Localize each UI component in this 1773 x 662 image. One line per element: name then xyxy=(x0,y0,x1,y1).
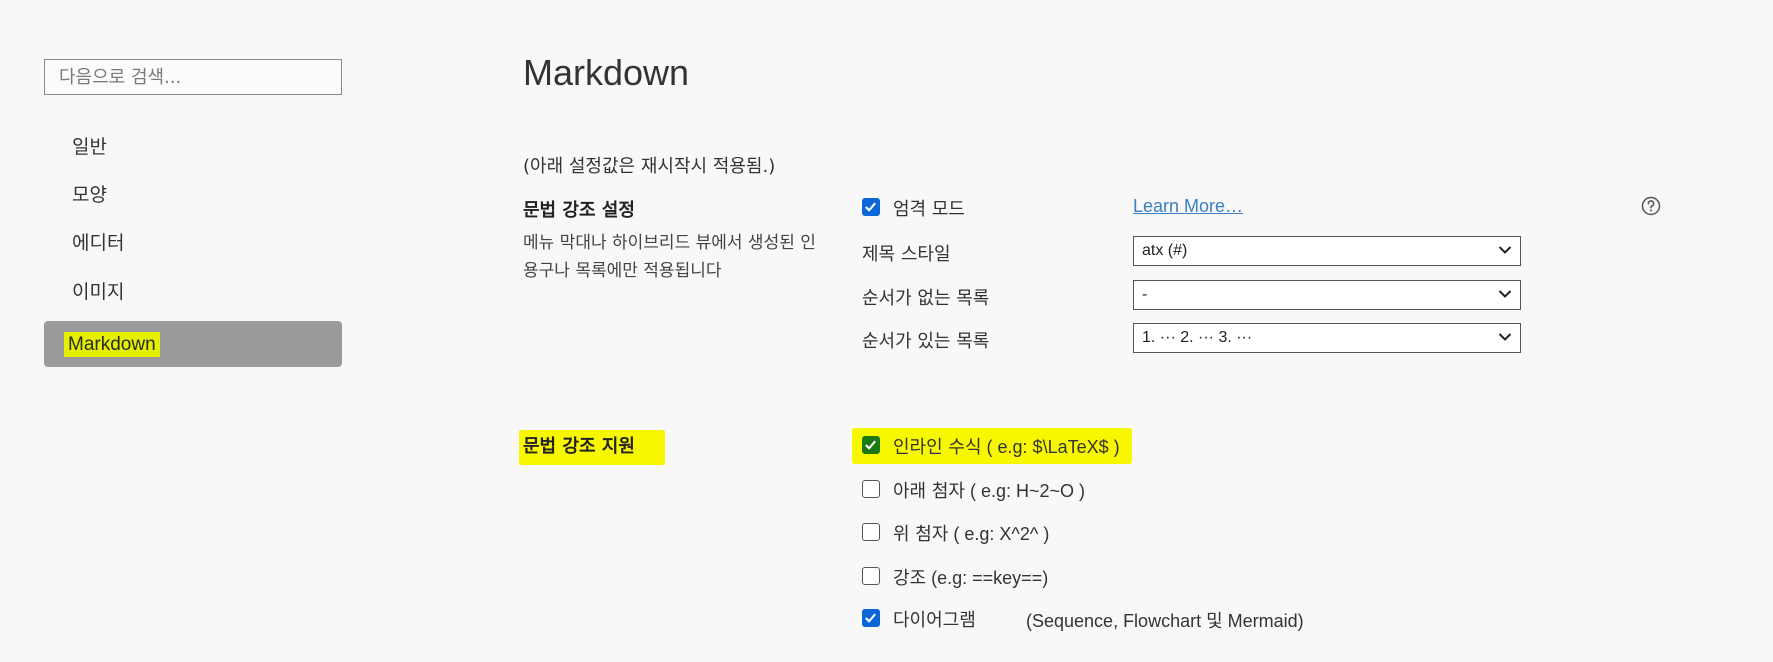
option-label-ko: 아래 첨자 xyxy=(893,481,965,502)
learn-more-link[interactable]: Learn More… xyxy=(1133,196,1243,217)
strict-mode-checkbox[interactable] xyxy=(862,198,880,216)
sidebar-item-image[interactable]: 이미지 xyxy=(44,269,342,315)
unordered-list-value: - xyxy=(1142,286,1148,303)
option-label-ko: 위 첨자 xyxy=(893,524,949,545)
sidebar-item-general[interactable]: 일반 xyxy=(44,124,342,170)
check-icon xyxy=(865,440,876,450)
subscript-label: 아래 첨자 ( e.g: H~2~O ) xyxy=(893,477,1085,503)
section-description: 메뉴 막대나 하이브리드 뷰에서 생성된 인용구나 목록에만 적용됩니다 xyxy=(523,233,816,281)
ordered-list-label: 순서가 있는 목록 xyxy=(862,331,990,352)
highlight-label: 강조 (e.g: ==key==) xyxy=(893,564,1048,590)
diagram-checkbox[interactable] xyxy=(862,609,880,627)
superscript-checkbox[interactable] xyxy=(862,523,880,541)
search-field[interactable] xyxy=(44,59,342,95)
option-example: ( e.g: X^2^ ) xyxy=(948,524,1050,544)
section-title-syntax-support: 문법 강조 지원 xyxy=(519,430,665,465)
option-label-ko: 인라인 수식 xyxy=(893,437,982,458)
option-example: ( e.g: H~2~O ) xyxy=(964,481,1086,501)
question-circle-svg xyxy=(1641,196,1661,216)
heading-style-label: 제목 스타일 xyxy=(862,244,951,265)
chevron-down-icon xyxy=(1498,290,1512,298)
option-label-ko: 강조 xyxy=(893,568,927,589)
strict-mode-label: 엄격 모드 xyxy=(893,199,965,220)
option-example: ( e.g: $\LaTeX$ ) xyxy=(981,437,1120,457)
diagram-note: (Sequence, Flowchart 및 Mermaid) xyxy=(1026,611,1304,631)
sidebar-item-editor[interactable]: 에디터 xyxy=(44,220,342,266)
section-title-syntax-settings: 문법 강조 설정 xyxy=(523,200,635,221)
heading-style-value: atx (#) xyxy=(1142,242,1188,259)
sidebar-item-markdown[interactable]: Markdown xyxy=(44,321,342,367)
check-icon xyxy=(865,613,876,623)
inline-math-label: 인라인 수식 ( e.g: $\LaTeX$ ) xyxy=(893,433,1120,459)
sidebar-item-label: Markdown xyxy=(64,332,160,357)
option-label-ko: 다이어그램 xyxy=(893,610,976,631)
search-input[interactable] xyxy=(45,60,341,94)
diagram-label: 다이어그램 xyxy=(893,606,976,632)
subscript-checkbox[interactable] xyxy=(862,480,880,498)
sidebar-item-label: 이미지 xyxy=(72,281,125,303)
sidebar-item-label: 에디터 xyxy=(72,232,125,254)
option-example: (e.g: ==key==) xyxy=(926,568,1049,588)
question-circle-icon[interactable] xyxy=(1641,196,1661,216)
unordered-list-label: 순서가 없는 목록 xyxy=(862,288,990,309)
heading-style-select[interactable]: atx (#) xyxy=(1133,236,1521,266)
inline-math-checkbox[interactable] xyxy=(862,436,880,454)
check-icon xyxy=(865,202,876,212)
section-title-text: 문법 강조 지원 xyxy=(519,430,665,465)
sidebar-item-label: 모양 xyxy=(72,184,107,206)
page-title: Markdown xyxy=(523,52,690,93)
ordered-list-value: 1. ··· 2. ··· 3. ··· xyxy=(1142,329,1253,346)
restart-note: (아래 설정값은 재시작시 적용됨.) xyxy=(523,156,776,177)
sidebar-item-appearance[interactable]: 모양 xyxy=(44,172,342,218)
sidebar-item-label: 일반 xyxy=(72,136,107,158)
chevron-down-icon xyxy=(1498,333,1512,341)
unordered-list-select[interactable]: - xyxy=(1133,280,1521,310)
highlight-checkbox[interactable] xyxy=(862,567,880,585)
superscript-label: 위 첨자 ( e.g: X^2^ ) xyxy=(893,520,1049,546)
ordered-list-select[interactable]: 1. ··· 2. ··· 3. ··· xyxy=(1133,323,1521,353)
chevron-down-icon xyxy=(1498,246,1512,254)
